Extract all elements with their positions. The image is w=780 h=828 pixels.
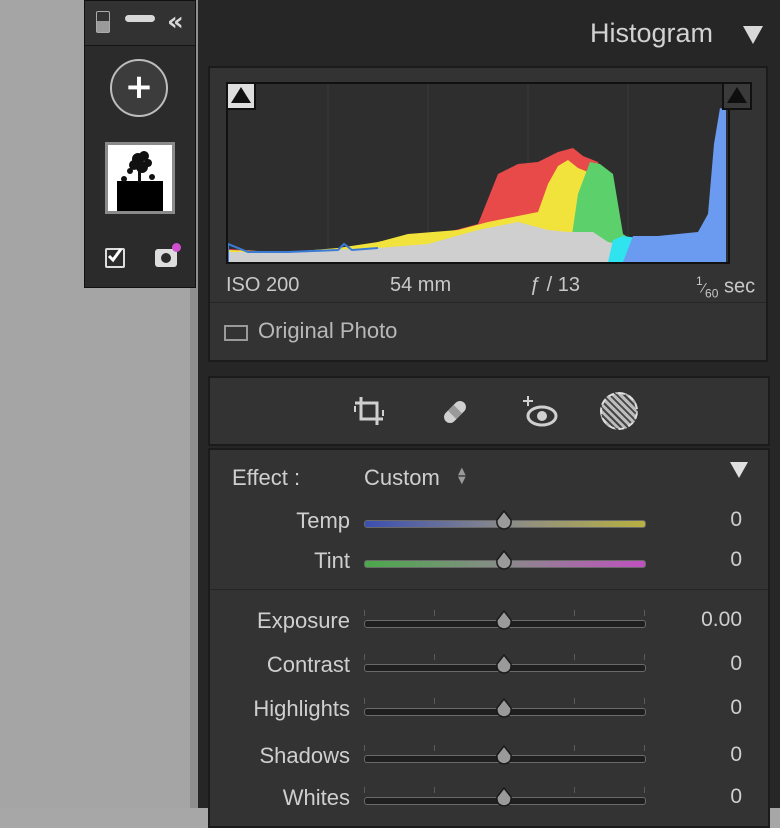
- effect-select[interactable]: Custom ▲ ▼: [364, 465, 484, 493]
- shutter-denominator: 60: [705, 286, 719, 301]
- slider-tick: [364, 654, 365, 660]
- slider-tick: [434, 745, 435, 751]
- slider-value[interactable]: 0: [662, 548, 742, 572]
- slider-label: Highlights: [253, 696, 350, 721]
- slider-thumb[interactable]: [495, 609, 513, 630]
- slider-value[interactable]: 0.00: [662, 608, 742, 632]
- slider-value[interactable]: 0: [662, 652, 742, 676]
- effect-select-value: Custom: [364, 465, 440, 490]
- slider-value[interactable]: 0: [662, 743, 742, 767]
- slider-value[interactable]: 0: [662, 696, 742, 720]
- checkbox-icon[interactable]: [105, 248, 125, 268]
- slider-thumb[interactable]: [495, 786, 513, 807]
- mask-icon[interactable]: [600, 392, 638, 430]
- original-photo-icon[interactable]: [224, 325, 248, 341]
- slider-label: Shadows: [259, 743, 350, 768]
- histogram-chart: [227, 84, 726, 262]
- slider-thumb[interactable]: [495, 509, 513, 530]
- slider-tick: [574, 610, 575, 616]
- triangle-down-icon[interactable]: [730, 462, 748, 478]
- histogram-divider: [210, 302, 766, 303]
- iso-readout: ISO 200: [226, 274, 300, 296]
- slider-tick: [644, 745, 645, 751]
- slider-tick: [434, 787, 435, 793]
- slider-row-highlights: Highlights 0: [210, 696, 768, 738]
- window-mode-icon[interactable]: [96, 11, 110, 33]
- slider-row-tint: Tint 0: [210, 548, 768, 590]
- minimize-icon[interactable]: [125, 15, 155, 22]
- slider-tick: [574, 787, 575, 793]
- updown-icon: ▲ ▼: [458, 466, 466, 486]
- add-preset-button[interactable]: +: [110, 59, 168, 117]
- slider-tick: [364, 745, 365, 751]
- slider-row-whites: Whites 0: [210, 785, 768, 827]
- slider-row-shadows: Shadows 0: [210, 743, 768, 785]
- slider-label: Tint: [314, 548, 350, 573]
- effect-label: Effect :: [232, 465, 301, 490]
- focal-length-readout: 54 mm: [390, 274, 452, 296]
- collapse-left-icon[interactable]: «: [167, 7, 184, 37]
- slider-tick: [434, 698, 435, 704]
- slider-label: Temp: [296, 508, 350, 533]
- redeye-icon[interactable]: [522, 392, 558, 430]
- slider-row-contrast: Contrast 0: [210, 652, 768, 694]
- histogram-title: Histogram: [590, 18, 714, 48]
- healing-icon[interactable]: [438, 395, 472, 429]
- presets-panel-header: «: [85, 1, 195, 46]
- histogram-header[interactable]: Histogram: [198, 0, 780, 64]
- tree-image: [108, 145, 172, 211]
- slider-value[interactable]: 0: [662, 785, 742, 809]
- slider-label: Whites: [282, 785, 350, 810]
- tool-strip: [208, 376, 770, 446]
- slider-tick: [644, 787, 645, 793]
- slider-thumb[interactable]: [495, 697, 513, 718]
- slider-tick: [574, 698, 575, 704]
- crop-icon[interactable]: [352, 394, 386, 428]
- slider-label: Contrast: [266, 652, 350, 677]
- develop-right-panel: Histogram ISO 200 54 mm ƒ / 13 1⁄60 sec …: [198, 0, 780, 828]
- shutter-readout: 1⁄60 sec: [696, 274, 756, 301]
- shadow-clipping-toggle[interactable]: [226, 82, 256, 110]
- basic-panel: Effect : Custom ▲ ▼ Temp 0 Tint 0 Exposure 0.0…: [208, 448, 770, 828]
- slider-tick: [364, 610, 365, 616]
- slider-thumb[interactable]: [495, 653, 513, 674]
- shutter-unit: sec: [723, 275, 756, 298]
- slider-tick: [644, 654, 645, 660]
- slider-row-exposure: Exposure 0.00: [210, 608, 768, 650]
- slider-thumb[interactable]: [495, 549, 513, 570]
- preset-thumbnail[interactable]: [105, 142, 175, 214]
- histogram-graph[interactable]: [226, 82, 730, 264]
- slider-tick: [644, 610, 645, 616]
- slider-label: Exposure: [257, 608, 350, 633]
- highlight-clipping-toggle[interactable]: [722, 82, 752, 110]
- slider-tick: [644, 698, 645, 704]
- aperture-readout: ƒ / 13: [530, 274, 581, 296]
- histogram-panel: ISO 200 54 mm ƒ / 13 1⁄60 sec Original P…: [208, 66, 768, 362]
- snapshot-icon[interactable]: [155, 243, 181, 267]
- triangle-down-icon[interactable]: [743, 26, 763, 44]
- slider-thumb[interactable]: [495, 744, 513, 765]
- presets-panel: « +: [84, 0, 196, 288]
- slider-tick: [434, 610, 435, 616]
- slider-tick: [574, 745, 575, 751]
- slider-tick: [434, 654, 435, 660]
- original-photo-label[interactable]: Original Photo: [258, 318, 397, 344]
- slider-row-temp: Temp 0: [210, 508, 768, 550]
- shutter-numerator: 1: [696, 274, 703, 288]
- slider-value[interactable]: 0: [662, 508, 742, 532]
- slider-tick: [364, 698, 365, 704]
- slider-tick: [364, 787, 365, 793]
- slider-tick: [574, 654, 575, 660]
